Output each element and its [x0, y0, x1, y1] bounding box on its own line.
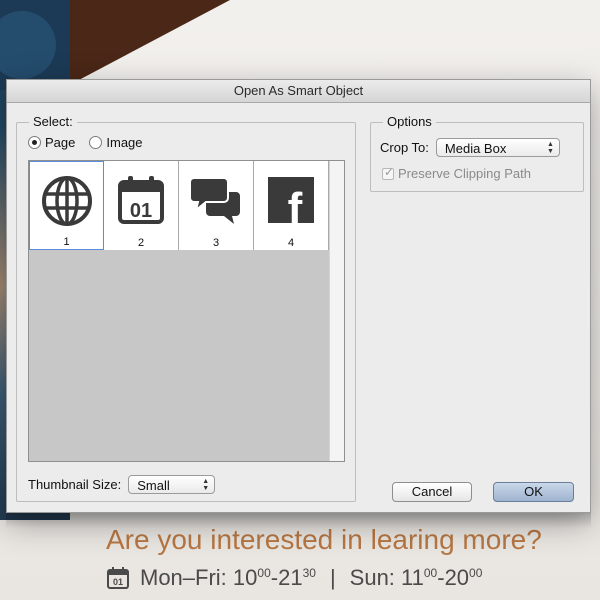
cancel-button[interactable]: Cancel [392, 482, 472, 502]
thumbnail-page-3[interactable]: 3 [179, 161, 254, 250]
thumbnail-scrollbar[interactable] [329, 161, 344, 461]
select-group: Select: Page Image 1 01 2 3 f 4 Thumbnai… [16, 114, 356, 502]
preserve-clipping-checkbox[interactable]: ✓ [382, 164, 395, 180]
ok-button[interactable]: OK [493, 482, 574, 502]
crop-to-value: Media Box [444, 141, 507, 156]
open-as-smart-object-dialog: Open As Smart Object Select: Page Image [6, 79, 591, 513]
thumbnail-size-label: Thumbnail Size: [28, 477, 122, 492]
image-radio-circle[interactable] [89, 136, 103, 149]
sunday-hours: Sun: 1100-2000 [349, 565, 483, 590]
thumbnail-size-row: Thumbnail Size: Small ▲ ▼ [28, 475, 216, 494]
dialog-title: Open As Smart Object [7, 80, 590, 103]
options-group: Options Crop To: Media Box ▲ ▼ ✓ Preserve… [370, 114, 584, 192]
thumbnail-label: 4 [287, 237, 295, 249]
select-mode-radios: Page Image [28, 135, 143, 150]
opening-hours: 01 Mon–Fri: 1000-2130 | Sun: 1100-2000 [106, 565, 482, 591]
facebook-glyph: f [288, 184, 303, 226]
thumbnail-size-value: Small [137, 478, 170, 493]
thumbnail-list: 1 01 2 3 f 4 [28, 160, 345, 462]
page-radio-circle[interactable] [28, 136, 41, 149]
preserve-clipping-label: Preserve Clipping Path [398, 166, 531, 181]
select-legend: Select: [29, 114, 77, 129]
image-radio-label: Image [106, 135, 143, 150]
page-radio[interactable]: Page [28, 135, 75, 150]
preserve-clipping-row: ✓ Preserve Clipping Path [382, 164, 531, 181]
popup-arrows-icon: ▲ ▼ [202, 478, 210, 492]
promo-text: Are you interested in learing more? [106, 524, 542, 555]
thumbnail-size-select[interactable]: Small ▲ ▼ [128, 475, 216, 494]
facebook-icon: f [268, 177, 314, 226]
thumbnail-page-4[interactable]: f 4 [254, 161, 329, 250]
hours-separator: | [329, 565, 336, 590]
speech-bubbles-icon [190, 177, 240, 224]
calendar-01-icon: 01 [118, 176, 164, 224]
crop-to-row: Crop To: Media Box ▲ ▼ [380, 138, 560, 157]
thumbnail-label: 2 [137, 237, 145, 249]
calendar-icon: 01 [107, 567, 129, 589]
thumbnail-strip: 1 01 2 3 f 4 [29, 161, 329, 250]
calendar-day-label: 01 [130, 200, 152, 222]
calendar-day: 01 [113, 577, 123, 587]
thumbnail-page-1[interactable]: 1 [29, 161, 104, 250]
weekday-hours: Mon–Fri: 1000-2130 [140, 565, 316, 590]
page-radio-label: Page [45, 135, 76, 150]
globe-icon [42, 176, 92, 226]
checkmark-icon: ✓ [384, 164, 395, 179]
options-legend: Options [383, 114, 436, 129]
background-header-shape [0, 0, 600, 90]
thumbnail-page-2[interactable]: 01 2 [104, 161, 179, 250]
image-radio[interactable]: Image [89, 135, 143, 150]
popup-arrows-icon: ▲ ▼ [546, 141, 554, 155]
thumbnail-label: 3 [212, 237, 220, 249]
thumbnail-label: 1 [63, 236, 70, 248]
crop-to-label: Crop To: [380, 140, 429, 155]
crop-to-select[interactable]: Media Box ▲ ▼ [435, 138, 560, 157]
